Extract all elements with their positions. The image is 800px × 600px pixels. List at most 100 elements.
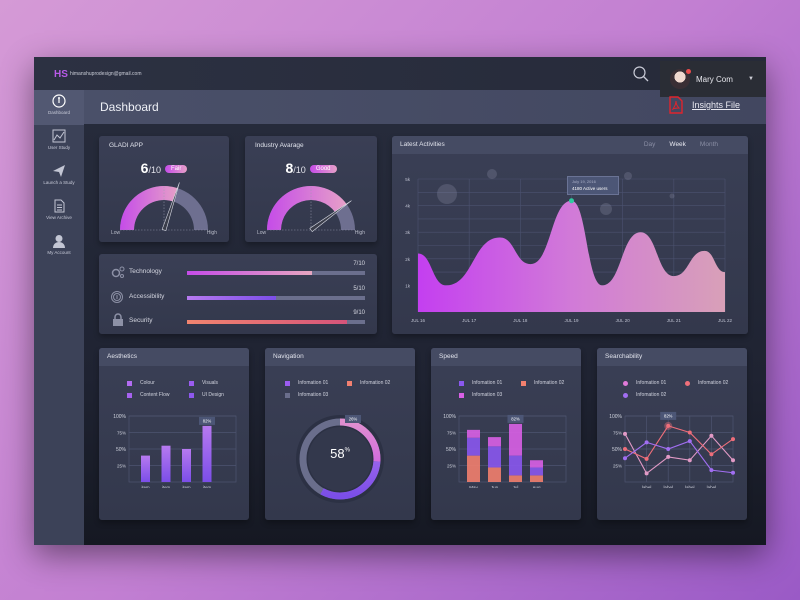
metric-track — [187, 296, 365, 300]
legend-label: Infomation 01 — [298, 380, 329, 386]
center-number: 58 — [330, 446, 345, 461]
speed-stacked-bar-chart: 25% 50% 75% 100% May Jun Jul Aug 82% — [443, 414, 567, 488]
legend-item: Infomation 01 — [459, 380, 502, 386]
gauge-high-label: High — [354, 230, 365, 236]
search-icon[interactable] — [632, 65, 650, 83]
metric-value: 7/10 — [353, 261, 365, 267]
speed-card: Speed Infomation 01 Infomation 02 Infoma… — [431, 348, 581, 520]
tab-week[interactable]: Week — [669, 141, 686, 148]
data-point — [644, 440, 649, 445]
gauge-low-label: Low — [111, 230, 121, 236]
latest-activities-card: Latest Activities Day Week Month 1k 2k 3k 4… — [392, 136, 748, 334]
dashboard-icon — [52, 94, 66, 108]
legend-item: Infomation 03 — [285, 392, 328, 398]
bar-segment — [509, 455, 522, 476]
sidebar-item-view-archive[interactable]: View Archive — [34, 195, 84, 230]
score-max: /10 — [148, 165, 161, 175]
card-title: Searchability — [605, 353, 643, 360]
insights-file-link[interactable]: Insights File — [668, 96, 740, 114]
highlight-point — [569, 198, 574, 204]
gauge — [267, 186, 355, 233]
user-name: Mary Com — [696, 75, 733, 84]
legend-item: Visuals — [189, 380, 218, 386]
bar — [182, 449, 191, 482]
legend-label: Infomation 01 — [636, 380, 667, 386]
legend-label: UI Design — [202, 392, 224, 398]
tab-day[interactable]: Day — [644, 141, 656, 148]
sidebar-item-label: Dashboard — [47, 110, 70, 115]
bar-segment — [488, 446, 501, 468]
page-title: Dashboard — [100, 100, 159, 114]
x-tick-label: item — [162, 485, 171, 488]
legend-item: Infomation 02 — [685, 380, 728, 386]
sidebar-item-label: View Archive — [46, 215, 72, 220]
sidebar-item-launch-study[interactable]: Launch a Study — [34, 160, 84, 195]
bar — [161, 445, 171, 482]
metric-fill — [187, 320, 348, 324]
sidebar-item-label: Launch a Study — [43, 180, 75, 185]
y-tick-label: 50% — [612, 447, 623, 453]
data-point — [623, 456, 627, 461]
decor-bubble — [600, 203, 612, 215]
bar-segment — [530, 475, 543, 482]
rating-badge: Fair — [164, 165, 188, 173]
rating-badge: Good — [309, 165, 337, 173]
gladi-score: 6/10 Fair — [99, 160, 229, 178]
metric-track — [187, 271, 365, 275]
searchability-card: Searchability Infomation 01 Infomation 0… — [597, 348, 747, 520]
tooltip-date: July 19, 2016 — [572, 179, 596, 184]
bar-segment — [509, 475, 522, 482]
sidebar: Dashboard User Study Launch a Study View… — [34, 90, 84, 545]
card-title: Navigation — [273, 353, 304, 360]
data-point — [687, 430, 692, 435]
y-tick-label: 100% — [609, 414, 622, 420]
tooltip-label: 82% — [203, 418, 212, 423]
series-line — [624, 433, 734, 475]
x-tick-label: JUL 20 — [616, 318, 631, 323]
document-icon — [54, 199, 65, 213]
period-tabs: Day Week Month — [644, 141, 718, 148]
sidebar-item-user-study[interactable]: User Study — [34, 125, 84, 160]
x-tick-label: JUL 18 — [513, 318, 528, 323]
legend-label: Infomation 01 — [472, 380, 503, 386]
metric-accessibility: Accessibility 5/10 — [111, 286, 365, 307]
y-tick-label: 75% — [447, 431, 456, 436]
legend-label: Content Flow — [140, 392, 170, 398]
sidebar-item-my-account[interactable]: My Account — [34, 230, 84, 265]
data-point — [731, 470, 735, 475]
bar — [202, 425, 212, 482]
y-tick-label: 25% — [117, 464, 126, 469]
card-title: GLADI APP — [109, 142, 143, 149]
legend-label: Infomation 03 — [472, 392, 503, 398]
chevron-down-icon: ▼ — [748, 76, 754, 82]
data-point — [666, 454, 671, 459]
card-title: Speed — [439, 353, 458, 360]
y-tick-label: 25% — [447, 464, 456, 469]
y-tick-label: 100% — [113, 414, 126, 420]
metric-technology: Technology 7/10 — [111, 261, 365, 282]
data-point — [709, 433, 714, 438]
legend-label: Infomation 02 — [360, 380, 391, 386]
app-window: HS himanshuprodesign@gmail.com Mary Com … — [34, 57, 766, 545]
insights-file-label: Insights File — [692, 100, 741, 110]
y-tick-label: 25% — [613, 464, 622, 469]
metrics-card: Technology 7/10 Accessibility 5/10 Secur… — [99, 254, 377, 334]
x-tick-label: label — [663, 485, 673, 488]
legend-label: Infomation 02 — [636, 392, 667, 398]
user-menu[interactable]: Mary Com ▼ — [660, 61, 766, 97]
x-tick-label: Jul — [513, 485, 519, 488]
card-header: Searchability — [597, 348, 747, 366]
bar-segment — [509, 423, 522, 456]
data-point — [687, 439, 692, 444]
legend-label: Infomation 02 — [698, 380, 729, 386]
searchability-line-chart: 25% 50% 75% 100% label label label label 82% — [609, 411, 735, 488]
bar-segment — [488, 437, 501, 447]
x-tick-label: label — [707, 485, 717, 488]
card-title: Industry Avarage — [255, 142, 304, 149]
score-max: /10 — [293, 165, 306, 175]
gauge-fill — [120, 186, 178, 230]
data-point — [666, 447, 671, 451]
sidebar-item-dashboard[interactable]: Dashboard — [34, 90, 84, 125]
tab-month[interactable]: Month — [700, 141, 718, 148]
metric-value: 9/10 — [353, 310, 365, 316]
